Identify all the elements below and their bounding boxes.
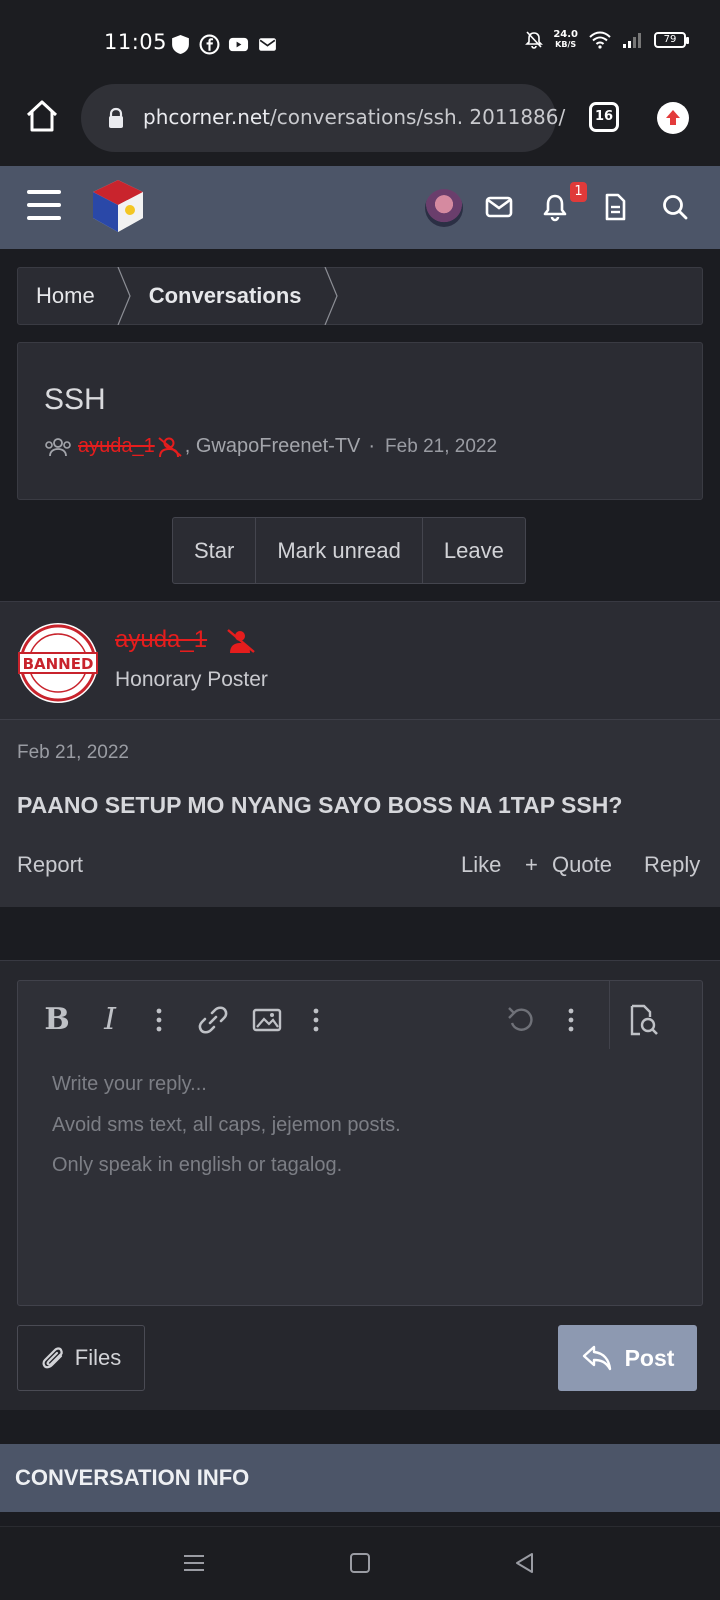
user-title: Honorary Poster <box>115 668 268 691</box>
recent-apps-icon[interactable] <box>181 1550 207 1576</box>
conversation-info-header: CONVERSATION INFO <box>0 1444 720 1512</box>
network-speed: 24.0 KB/S <box>553 29 578 50</box>
message-date[interactable]: Feb 21, 2022 <box>17 742 129 764</box>
preview-icon[interactable] <box>626 1003 660 1037</box>
mail-icon <box>259 38 276 51</box>
document-icon[interactable] <box>600 192 630 222</box>
home-icon[interactable] <box>24 98 60 134</box>
files-label: Files <box>74 1345 122 1370</box>
breadcrumb-separator <box>323 267 338 325</box>
update-button[interactable] <box>657 102 689 134</box>
notification-badge: 1 <box>570 182 587 202</box>
post-reply-button[interactable]: Post <box>558 1325 697 1391</box>
report-link[interactable]: Report <box>17 852 83 878</box>
conversation-info-title: CONVERSATION INFO <box>15 1465 250 1490</box>
conversation-date: Feb 21, 2022 <box>385 435 498 457</box>
message-user-block: BANNED ayuda_1 Honorary Poster <box>0 601 720 719</box>
undo-icon[interactable] <box>504 1003 538 1037</box>
upload-arrow-icon <box>666 110 680 125</box>
back-nav-icon[interactable] <box>512 1550 538 1576</box>
reply-link[interactable]: Reply <box>644 852 700 878</box>
bell-off-icon <box>525 31 544 49</box>
message-author[interactable]: ayuda_1 <box>115 626 207 654</box>
mail-icon[interactable] <box>484 192 514 222</box>
post-label: Post <box>624 1344 675 1371</box>
italic-icon[interactable]: I <box>93 1003 127 1037</box>
wifi-icon <box>589 31 611 49</box>
lock-icon <box>109 107 123 128</box>
placeholder-line: Write your reply... <box>52 1073 207 1095</box>
reply-editor[interactable]: B I Write your reply... Avoid sms text, … <box>17 980 703 1306</box>
facebook-icon <box>199 34 220 55</box>
mark-unread-button[interactable]: Mark unread <box>256 518 423 583</box>
user-slash-icon <box>227 629 255 653</box>
url-bar[interactable]: phcorner.net/conversations/ssh. 2011886/ <box>81 84 565 152</box>
quote-link[interactable]: Quote <box>552 852 612 878</box>
search-icon[interactable] <box>660 192 690 222</box>
breadcrumb-home[interactable]: Home <box>18 267 117 325</box>
status-bar: 11:05 24.0 KB/S 79 <box>0 0 720 84</box>
browser-toolbar: phcorner.net/conversations/ssh. 2011886/… <box>0 84 720 166</box>
link-icon[interactable] <box>196 1003 230 1037</box>
system-navigation-bar <box>0 1526 720 1600</box>
reply-arrow-icon <box>582 1345 611 1371</box>
attach-files-button[interactable]: Files <box>17 1325 145 1391</box>
participants-icon <box>45 437 71 456</box>
leave-button[interactable]: Leave <box>423 518 525 583</box>
more-vertical-icon[interactable] <box>554 1003 588 1037</box>
home-nav-icon[interactable] <box>347 1550 373 1576</box>
message-body: Feb 21, 2022 PAANO SETUP MO NYANG SAYO B… <box>0 719 720 907</box>
bell-icon[interactable] <box>540 192 570 222</box>
conversation-meta: ayuda_1 , GwapoFreenet-TV · Feb 21, 2022 <box>44 435 497 458</box>
reply-area: B I Write your reply... Avoid sms text, … <box>0 960 720 1410</box>
page-title: SSH <box>44 383 106 416</box>
star-button[interactable]: Star <box>173 518 257 583</box>
bold-icon[interactable]: B <box>40 1003 74 1037</box>
toolbar-divider <box>609 981 610 1049</box>
shield-icon <box>172 35 189 54</box>
message-text: PAANO SETUP MO NYANG SAYO BOSS NA 1TAP S… <box>17 792 623 818</box>
battery-icon: 79 <box>654 32 689 48</box>
message-actions: Report Like + Quote Reply <box>0 852 720 892</box>
site-logo[interactable] <box>91 178 145 234</box>
banned-stamp-text: BANNED <box>23 655 94 673</box>
quote-plus-icon[interactable]: + <box>525 852 538 878</box>
site-header: 1 <box>0 166 720 249</box>
conversation-actions: Star Mark unread Leave <box>172 517 526 584</box>
breadcrumb-conversations[interactable]: Conversations <box>131 267 324 325</box>
youtube-icon <box>228 37 249 52</box>
user-avatar[interactable] <box>425 189 463 227</box>
url-text: phcorner.net/conversations/ssh. 2011886/ <box>143 105 566 129</box>
image-icon[interactable] <box>250 1003 284 1037</box>
participant-other-link[interactable]: , GwapoFreenet-TV <box>185 435 361 458</box>
meta-separator: · <box>368 435 376 457</box>
banned-avatar[interactable]: BANNED <box>17 622 99 704</box>
participant-banned-link[interactable]: ayuda_1 <box>78 435 155 458</box>
placeholder-line: Avoid sms text, all caps, jejemon posts. <box>52 1114 401 1136</box>
breadcrumb-separator <box>117 267 131 325</box>
clock: 11:05 <box>104 30 168 54</box>
more-vertical-icon[interactable] <box>299 1003 333 1037</box>
breadcrumb: Home Conversations <box>17 267 703 325</box>
conversation-header: SSH ayuda_1 , GwapoFreenet-TV · Feb 21, … <box>17 342 703 500</box>
placeholder-line: Only speak in english or tagalog. <box>52 1154 343 1176</box>
more-vertical-icon[interactable] <box>142 1003 176 1037</box>
menu-icon[interactable] <box>27 190 61 220</box>
paperclip-icon <box>42 1347 63 1369</box>
tab-switcher-button[interactable]: 16 <box>589 102 619 132</box>
like-link[interactable]: Like <box>461 852 501 878</box>
signal-icon <box>623 33 641 48</box>
user-slash-icon <box>158 436 182 457</box>
